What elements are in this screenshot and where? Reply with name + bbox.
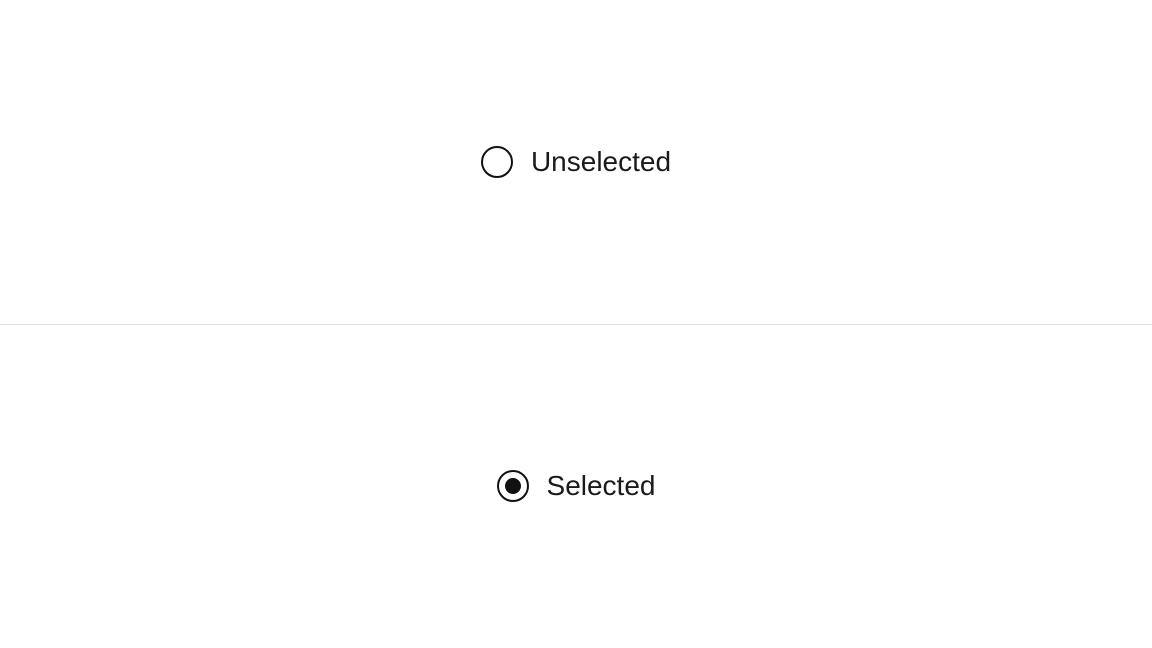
radio-dot-icon	[505, 478, 521, 494]
radio-unselected-icon	[481, 146, 513, 178]
radio-label-selected: Selected	[547, 470, 656, 502]
selected-section: Selected	[0, 325, 1152, 648]
radio-option-unselected[interactable]: Unselected	[481, 146, 671, 178]
radio-selected-icon	[497, 470, 529, 502]
unselected-section: Unselected	[0, 0, 1152, 324]
radio-label-unselected: Unselected	[531, 146, 671, 178]
radio-option-selected[interactable]: Selected	[497, 470, 656, 502]
